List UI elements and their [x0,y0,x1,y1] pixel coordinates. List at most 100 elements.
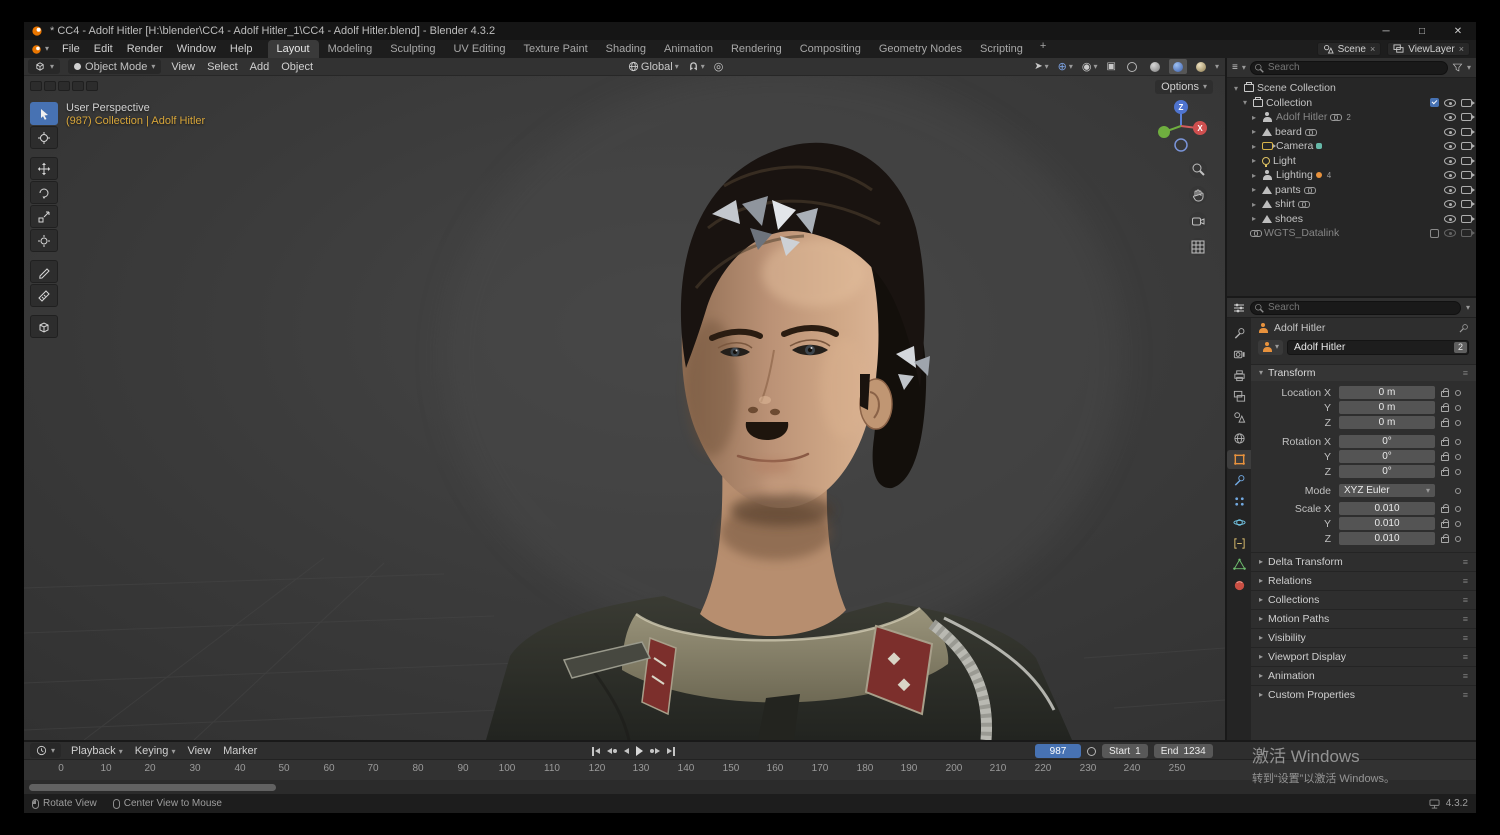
panel-grip-icon[interactable]: ≡ [1463,690,1468,700]
current-frame-field[interactable]: 987 [1035,744,1081,758]
rotation-y-field[interactable]: 0° [1339,450,1435,463]
disable-render-icon[interactable] [1461,127,1475,136]
outliner-options-chevron-icon[interactable]: ▾ [1467,63,1471,72]
section-relations[interactable]: ▸ Relations ≡ [1251,571,1476,590]
lock-icon[interactable] [1441,504,1449,513]
tab-output[interactable] [1227,366,1251,385]
timeline-horizontal-scrollbar[interactable] [29,784,276,791]
workspace-tab-texture-paint[interactable]: Texture Paint [514,40,596,58]
hide-viewport-icon[interactable] [1444,185,1456,194]
section-animation[interactable]: ▸ Animation ≡ [1251,666,1476,685]
disable-render-icon[interactable] [1461,142,1475,151]
tool-add-cube[interactable] [30,315,58,338]
disclosure-icon[interactable]: ▸ [1249,200,1259,209]
animate-dot-icon[interactable] [1455,438,1461,445]
shading-options-chevron-icon[interactable]: ▾ [1215,62,1219,71]
animate-dot-icon[interactable] [1455,453,1461,460]
editor-type-button[interactable]: ▾ [28,59,61,74]
viewlayer-selector[interactable]: ViewLayer × [1387,42,1470,56]
section-delta-transform[interactable]: ▸ Delta Transform ≡ [1251,552,1476,571]
lock-icon[interactable] [1441,534,1449,543]
workspace-tab-rendering[interactable]: Rendering [722,40,791,58]
rotation-z-field[interactable]: 0° [1339,465,1435,478]
properties-editor-icon[interactable] [1233,303,1245,313]
menu-window[interactable]: Window [170,41,223,57]
workspace-tab-geometry-nodes[interactable]: Geometry Nodes [870,40,971,58]
selectability-dropdown[interactable]: ➤ ▾ [1032,61,1050,72]
disclosure-icon[interactable]: ▸ [1249,185,1259,194]
add-workspace-button[interactable]: + [1032,40,1054,58]
tool-cursor[interactable] [30,126,58,149]
rotation-mode-dropdown[interactable]: XYZ Euler ▾ [1339,484,1435,497]
section-viewport-display[interactable]: ▸ Viewport Display ≡ [1251,647,1476,666]
jump-to-start-button[interactable] [590,744,602,758]
animate-dot-icon[interactable] [1455,505,1461,512]
collection-toggle-2[interactable] [44,81,56,91]
options-dropdown[interactable]: Options ▾ [1155,80,1213,94]
camera-view-button[interactable] [1189,212,1207,230]
lock-icon[interactable] [1441,388,1449,397]
ortho-toggle-button[interactable] [1189,238,1207,256]
outliner-row-wgts-datalink[interactable]: WGTS_Datalink [1227,226,1476,241]
auto-keying-icon[interactable] [1087,746,1096,756]
outliner-row-shirt[interactable]: ▸ shirt [1227,197,1476,212]
disable-render-icon[interactable] [1461,113,1475,122]
scale-z-field[interactable]: 0.010 [1339,532,1435,545]
shading-material-button[interactable] [1168,59,1187,74]
disable-render-icon[interactable] [1461,214,1475,223]
properties-options-chevron-icon[interactable]: ▾ [1466,303,1470,312]
tab-material[interactable] [1227,576,1251,595]
panel-grip-icon[interactable]: ≡ [1463,633,1468,643]
unlink-viewlayer-icon[interactable]: × [1459,44,1464,54]
tool-annotate[interactable] [30,260,58,283]
section-motion-paths[interactable]: ▸ Motion Paths ≡ [1251,609,1476,628]
disclosure-icon[interactable]: ▸ [1249,171,1259,180]
workspace-tab-compositing[interactable]: Compositing [791,40,870,58]
viewport-canvas[interactable] [24,58,1225,740]
pin-icon[interactable] [1458,323,1469,334]
collection-toggle-3[interactable] [58,81,70,91]
outliner-search-input[interactable] [1249,60,1448,75]
viewport-menu-select[interactable]: Select [201,61,244,73]
animate-dot-icon[interactable] [1455,520,1461,527]
animate-dot-icon[interactable] [1455,389,1461,396]
start-frame-field[interactable]: Start 1 [1102,744,1148,758]
tool-measure[interactable] [30,284,58,307]
panel-grip-icon[interactable]: ≡ [1463,614,1468,624]
jump-to-end-button[interactable] [665,744,677,758]
tab-constraints[interactable] [1227,534,1251,553]
tab-world[interactable] [1227,429,1251,448]
disable-render-icon[interactable] [1461,98,1475,107]
workspace-tab-modeling[interactable]: Modeling [319,40,382,58]
rotation-x-field[interactable]: 0° [1339,435,1435,448]
location-z-field[interactable]: 0 m [1339,416,1435,429]
tab-modifiers[interactable] [1227,471,1251,490]
timeline-menu-playback[interactable]: Playback ▾ [65,745,129,757]
disclosure-icon[interactable]: ▸ [1249,214,1259,223]
outliner-row-collection[interactable]: ▾ Collection [1227,96,1476,111]
timeline-menu-view[interactable]: View [181,745,217,757]
next-keyframe-button[interactable] [648,744,662,758]
hide-viewport-icon[interactable] [1444,171,1456,180]
navigation-gizmo[interactable]: Z X [1153,98,1209,154]
tab-particles[interactable] [1227,492,1251,511]
disable-render-icon[interactable] [1461,229,1475,238]
animate-dot-icon[interactable] [1455,419,1461,426]
outliner-row-camera[interactable]: ▸ Camera [1227,139,1476,154]
animate-dot-icon[interactable] [1455,468,1461,475]
panel-grip-icon[interactable]: ≡ [1463,557,1468,567]
tab-physics[interactable] [1227,513,1251,532]
disclosure-icon[interactable]: ▸ [1249,127,1259,136]
gizmo-negative-z-axis[interactable] [1174,138,1188,152]
tool-rotate[interactable] [30,181,58,204]
tab-tool[interactable] [1227,324,1251,343]
shading-rendered-button[interactable] [1192,59,1210,74]
animate-dot-icon[interactable] [1455,487,1461,494]
mode-dropdown[interactable]: Object Mode ▾ [68,59,162,74]
outliner-row-beard[interactable]: ▸ beard [1227,125,1476,140]
collection-toggle-1[interactable] [30,81,42,91]
gizmos-dropdown[interactable]: ⊕ ▾ [1056,60,1075,73]
collection-toggle-5[interactable] [86,81,98,91]
section-visibility[interactable]: ▸ Visibility ≡ [1251,628,1476,647]
disclosure-icon[interactable]: ▾ [1240,98,1250,107]
